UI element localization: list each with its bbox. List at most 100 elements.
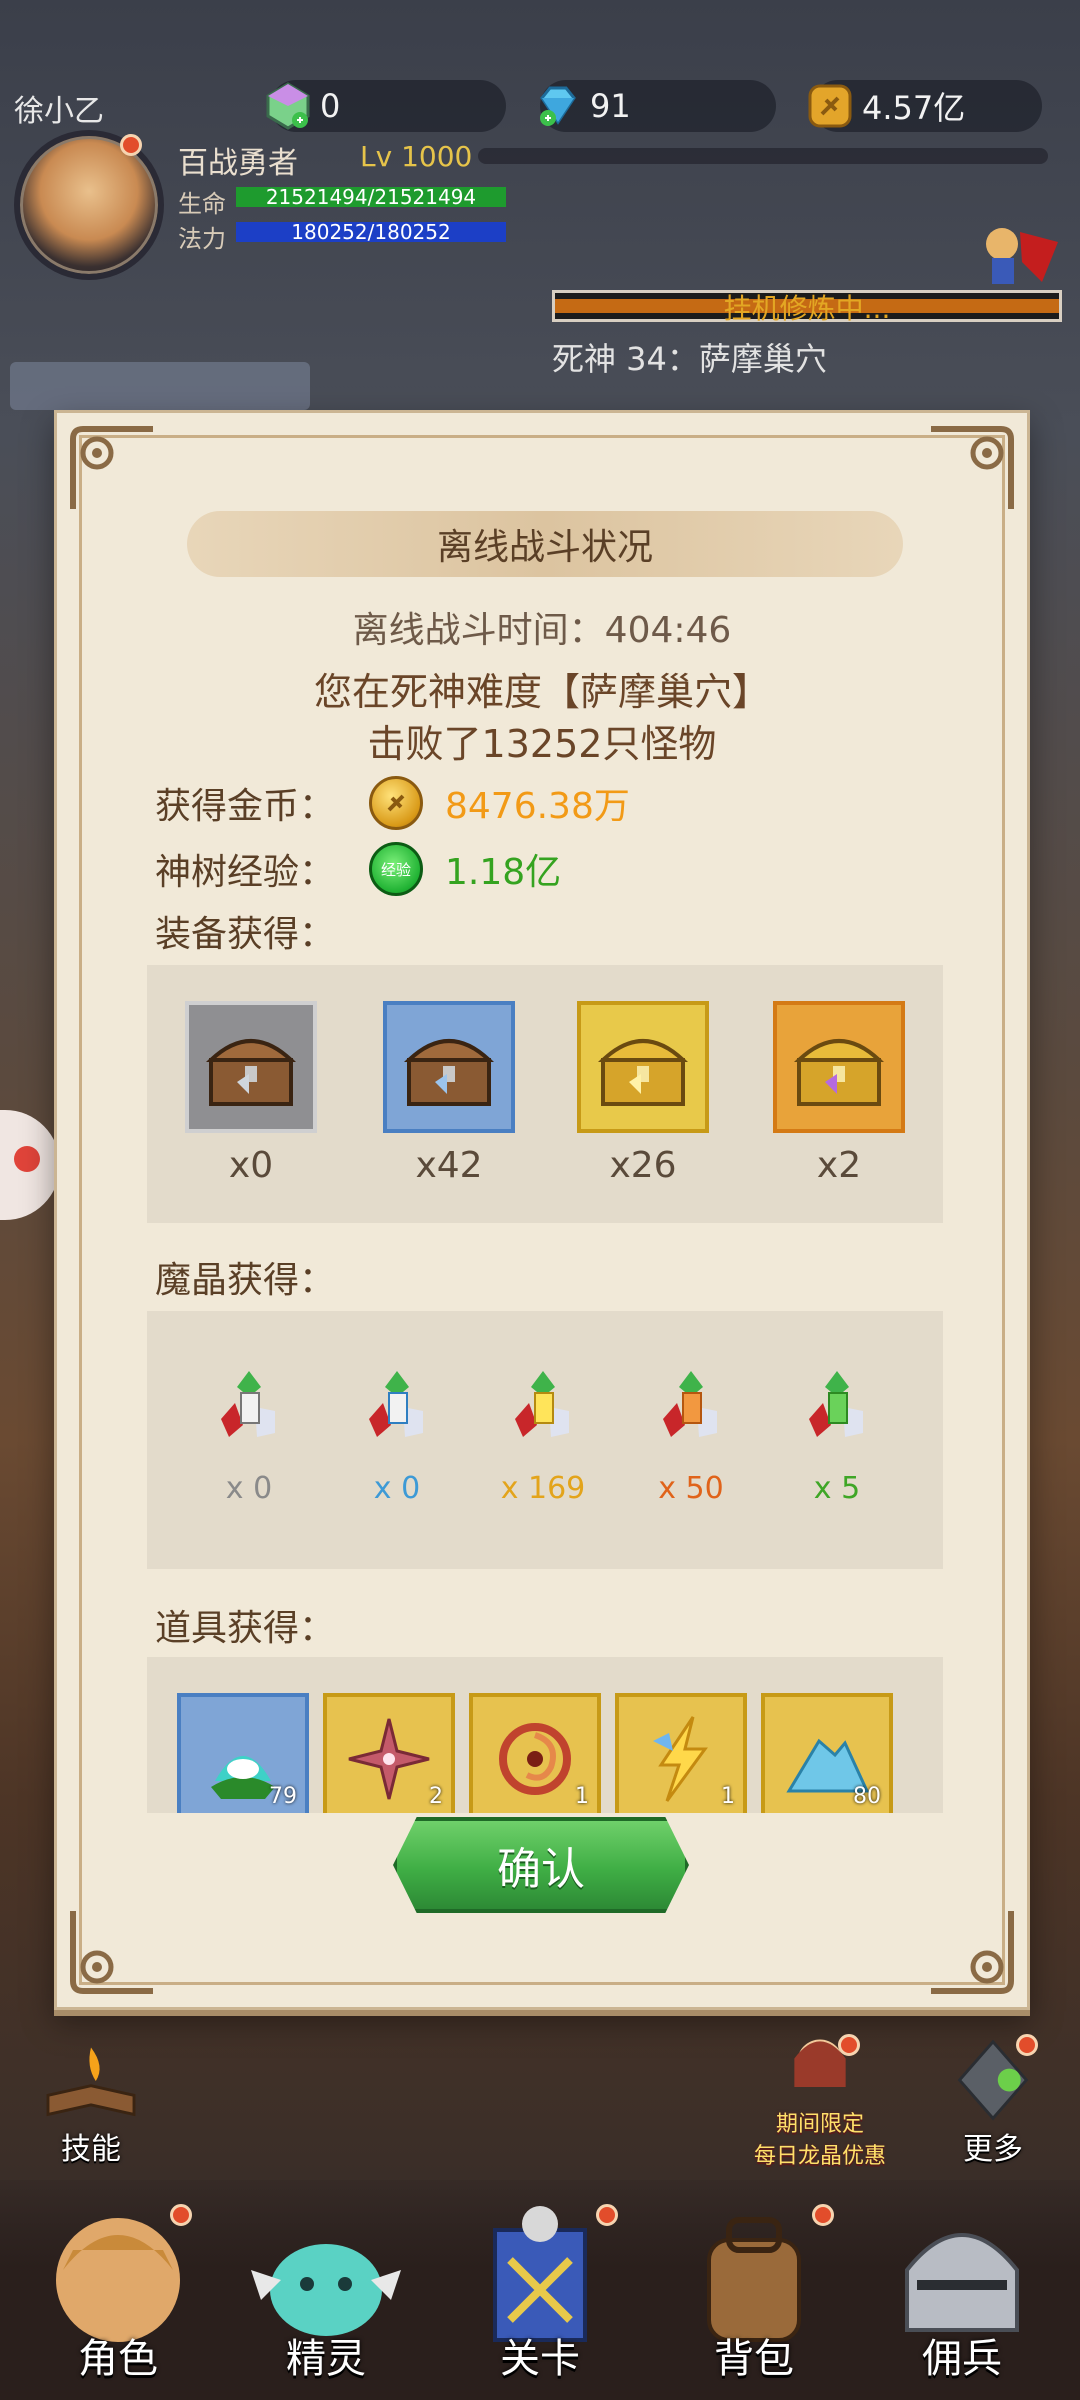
- mp-value: 180252/180252: [291, 220, 451, 244]
- mp-bar: 180252/180252: [236, 220, 506, 244]
- notification-dot: [120, 134, 142, 156]
- ornament-corner-icon: [63, 419, 163, 519]
- skill-book-icon: [46, 2047, 136, 2117]
- chest-blue-count: x42: [415, 1145, 483, 1186]
- shuriken-icon[interactable]: 2: [323, 1693, 455, 1813]
- top-hud: 徐小乙 0 91 4.57亿 百战勇者 Lv 1000 生命 21521494/…: [0, 0, 1080, 410]
- skill-button[interactable]: 技能: [26, 2038, 156, 2168]
- mp-label: 法力: [178, 225, 226, 253]
- nav-spirit-label: 精灵: [286, 2336, 366, 2382]
- magic-crystal-yellow-icon[interactable]: [505, 1367, 581, 1451]
- skill-label: 技能: [61, 2132, 121, 2167]
- stage-name: 死神 34：萨摩巢穴: [552, 340, 827, 378]
- crystal-amount: 0: [320, 87, 341, 125]
- confirm-button[interactable]: 确认: [393, 1817, 689, 1913]
- item-qty: 79: [269, 1784, 297, 1809]
- lightning-crystal-icon[interactable]: 1: [615, 1693, 747, 1813]
- daily-deal-promo[interactable]: 期间限定 每日龙晶优惠: [740, 2030, 900, 2170]
- nav-stage-label: 关卡: [500, 2336, 580, 2382]
- spiral-rune-icon[interactable]: 1: [469, 1693, 601, 1813]
- notification-dot: [596, 2204, 618, 2226]
- ornament-corner-icon: [921, 1901, 1021, 2001]
- promo-deal-label: 每日龙晶优惠: [753, 2144, 886, 2169]
- equip-section-label: 装备获得：: [155, 914, 336, 955]
- difficulty-line: 您在死神难度【萨摩巢穴】: [313, 670, 770, 714]
- player-title: 百战勇者: [178, 146, 298, 181]
- magic-crystal-blue-icon[interactable]: [359, 1367, 435, 1451]
- crystal-powder-icon[interactable]: 80: [761, 1693, 893, 1813]
- offline-time: 离线战斗时间：404:46: [352, 610, 732, 651]
- idle-status: 挂机修炼中...: [723, 292, 891, 325]
- notification-dot: [170, 2204, 192, 2226]
- exp-reward-label: 神树经验：: [155, 852, 336, 893]
- gold-reward-label: 获得金币：: [155, 786, 336, 827]
- item-qty: 2: [429, 1784, 443, 1809]
- hero-chibi-icon: [986, 228, 1058, 284]
- spirit-egg-icon[interactable]: 79: [177, 1693, 309, 1813]
- ornament-corner-icon: [63, 1901, 163, 2001]
- promo-limited-label: 期间限定: [775, 2112, 864, 2137]
- gold-coin-icon: [369, 776, 423, 830]
- offline-battle-dialog: 离线战斗状况 离线战斗时间：404:46 您在死神难度【萨摩巢穴】 击败了132…: [54, 410, 1030, 2010]
- chest-purple-count: x2: [816, 1145, 862, 1186]
- notification-dot: [838, 2034, 860, 2056]
- magic-crystal-green-icon[interactable]: [799, 1367, 875, 1451]
- exp-reward-value: 1.18亿: [445, 852, 562, 893]
- item-qty: 1: [721, 1784, 735, 1809]
- nav-bag-label: 背包: [714, 2336, 794, 2382]
- item-qty: 1: [575, 1784, 589, 1809]
- gold-coin-icon: [804, 80, 856, 132]
- gold-reward-row: 获得金币： 8476.38万: [155, 773, 630, 833]
- player-name: 徐小乙: [14, 94, 104, 129]
- chest-blue-icon[interactable]: [383, 1001, 515, 1133]
- chest-gray-icon[interactable]: [185, 1001, 317, 1133]
- nav-spirit[interactable]: 精灵: [226, 2184, 426, 2384]
- item-qty: 80: [853, 1784, 881, 1809]
- more-label: 更多: [963, 2132, 1023, 2167]
- hp-label: 生命: [178, 190, 226, 218]
- crystal-yellow-count: x 169: [500, 1471, 586, 1506]
- item-reward-panel: 79 2 1 1 80: [147, 1657, 943, 1813]
- item-section-label: 道具获得：: [155, 1608, 336, 1649]
- gold-amount: 4.57亿: [862, 89, 966, 127]
- magic-crystal-gray-icon[interactable]: [211, 1367, 287, 1451]
- nav-mercenary[interactable]: 佣兵: [862, 2184, 1062, 2384]
- diamond-resource[interactable]: 91: [540, 80, 776, 132]
- crystal-orange-count: x 50: [658, 1471, 724, 1506]
- hp-bar: 21521494/21521494: [236, 185, 506, 209]
- diamond-icon: [532, 80, 584, 132]
- crystal-icon: [262, 80, 314, 132]
- gold-resource[interactable]: 4.57亿: [808, 80, 1042, 132]
- gold-reward-value: 8476.38万: [445, 786, 630, 827]
- player-avatar[interactable]: [14, 130, 164, 280]
- more-button[interactable]: 更多: [928, 2038, 1058, 2168]
- crystal-reward-panel: x 0 x 0 x 169 x 50 x 5: [147, 1311, 943, 1569]
- side-event-bubble[interactable]: [0, 1110, 60, 1220]
- magic-crystal-orange-icon[interactable]: [653, 1367, 729, 1451]
- dialog-title-banner: 离线战斗状况: [187, 511, 903, 577]
- equip-reward-panel: x0 x42 x26 x2: [147, 965, 943, 1223]
- exp-icon: 经验: [369, 842, 423, 896]
- crystal-resource[interactable]: 0: [266, 80, 506, 132]
- crystal-blue-count: x 0: [373, 1471, 421, 1506]
- exp-progress-bar: [478, 148, 1048, 164]
- crystal-green-count: x 5: [813, 1471, 861, 1506]
- diamond-amount: 91: [590, 87, 631, 125]
- chest-gray-count: x0: [228, 1145, 274, 1186]
- dialog-title: 离线战斗状况: [436, 527, 653, 568]
- player-level: Lv 1000: [360, 140, 473, 173]
- chest-purple-icon[interactable]: [773, 1001, 905, 1133]
- crystal-gray-count: x 0: [225, 1471, 273, 1506]
- exp-reward-row: 神树经验： 经验 1.18亿: [155, 839, 561, 899]
- notification-dot: [1016, 2034, 1038, 2056]
- nav-character-label: 角色: [78, 2336, 158, 2382]
- defeat-count-line: 击败了13252只怪物: [367, 722, 717, 766]
- chest-gold-count: x26: [609, 1145, 677, 1186]
- back-tab[interactable]: [10, 362, 310, 410]
- nav-mercenary-label: 佣兵: [922, 2336, 1002, 2382]
- notification-dot: [812, 2204, 834, 2226]
- hp-value: 21521494/21521494: [265, 185, 477, 209]
- stage-progress-bar: 挂机修炼中...: [552, 290, 1062, 325]
- crystal-section-label: 魔晶获得：: [155, 1260, 336, 1301]
- chest-gold-icon[interactable]: [577, 1001, 709, 1133]
